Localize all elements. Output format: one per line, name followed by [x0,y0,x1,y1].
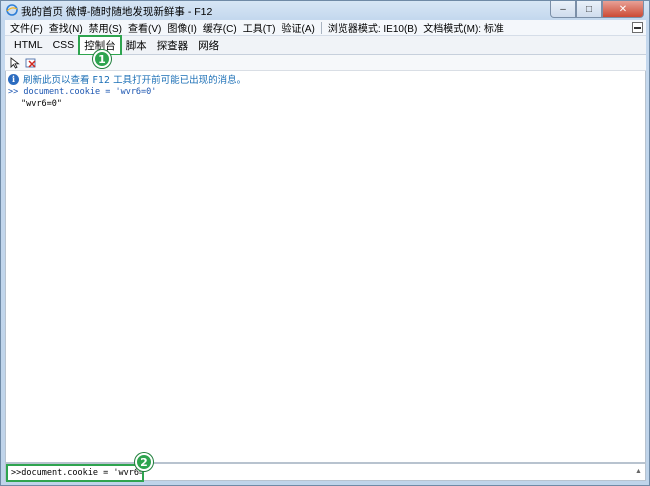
menu-disable[interactable]: 禁用(S) [86,20,125,35]
info-message: i 刷新此页以查看 F12 工具打开前可能已出现的消息。 [8,72,246,86]
minimize-button[interactable]: – [550,1,576,18]
input-prompt: >> [11,468,22,478]
info-message-text: 刷新此页以查看 F12 工具打开前可能已出现的消息。 [23,75,247,86]
title-bar: 我的首页 微博-随时随地发现新鲜事 - F12 – □ ✕ [1,1,649,20]
window-title: 我的首页 微博-随时随地发现新鲜事 - F12 [21,6,213,18]
maximize-button[interactable]: □ [576,1,602,18]
close-button[interactable]: ✕ [602,1,644,18]
menu-tools[interactable]: 工具(T) [240,20,279,35]
menu-document-mode[interactable]: 文档模式(M): 标准 [420,20,507,35]
menu-bar: 文件(F) 查找(N) 禁用(S) 查看(V) 图像(I) 缓存(C) 工具(T… [5,20,646,36]
window-controls: – □ ✕ [550,1,644,18]
tab-network[interactable]: 网络 [193,36,224,55]
console-input-bar: >> document.cookie = 'wvr6=0 ▲ [5,463,646,482]
undock-icon[interactable] [632,22,643,33]
select-element-icon[interactable] [9,57,21,69]
menu-images[interactable]: 图像(I) [164,20,199,35]
menu-file[interactable]: 文件(F) [7,20,46,35]
console-result: "wvr6=0" [21,99,62,109]
menu-view[interactable]: 查看(V) [125,20,164,35]
info-icon: i [8,73,19,85]
console-output[interactable]: i 刷新此页以查看 F12 工具打开前可能已出现的消息。 >> document… [5,71,646,463]
menu-validate[interactable]: 验证(A) [278,20,317,35]
tab-script[interactable]: 脚本 [121,36,152,55]
tab-html[interactable]: HTML [9,37,48,53]
input-value: document.cookie = 'wvr6=0 [21,468,144,478]
console-input[interactable]: >> document.cookie = 'wvr6=0 [6,464,144,482]
devtools-window: 我的首页 微博-随时随地发现新鲜事 - F12 – □ ✕ 文件(F) 查找(N… [0,0,650,486]
expand-input-icon[interactable]: ▲ [635,468,643,476]
ie-logo-icon [6,4,18,16]
menu-cache[interactable]: 缓存(C) [200,20,240,35]
menu-find[interactable]: 查找(N) [46,20,86,35]
tab-css[interactable]: CSS [48,37,80,53]
menu-separator [320,21,322,34]
tab-profiler[interactable]: 探查器 [152,36,194,55]
clear-console-icon[interactable] [25,57,37,69]
console-command-echo: >> document.cookie = 'wvr6=0' [8,87,157,97]
step-badge-1: 1 [93,50,111,68]
menu-browser-mode[interactable]: 浏览器模式: IE10(B) [325,20,420,35]
step-badge-2: 2 [135,453,153,471]
